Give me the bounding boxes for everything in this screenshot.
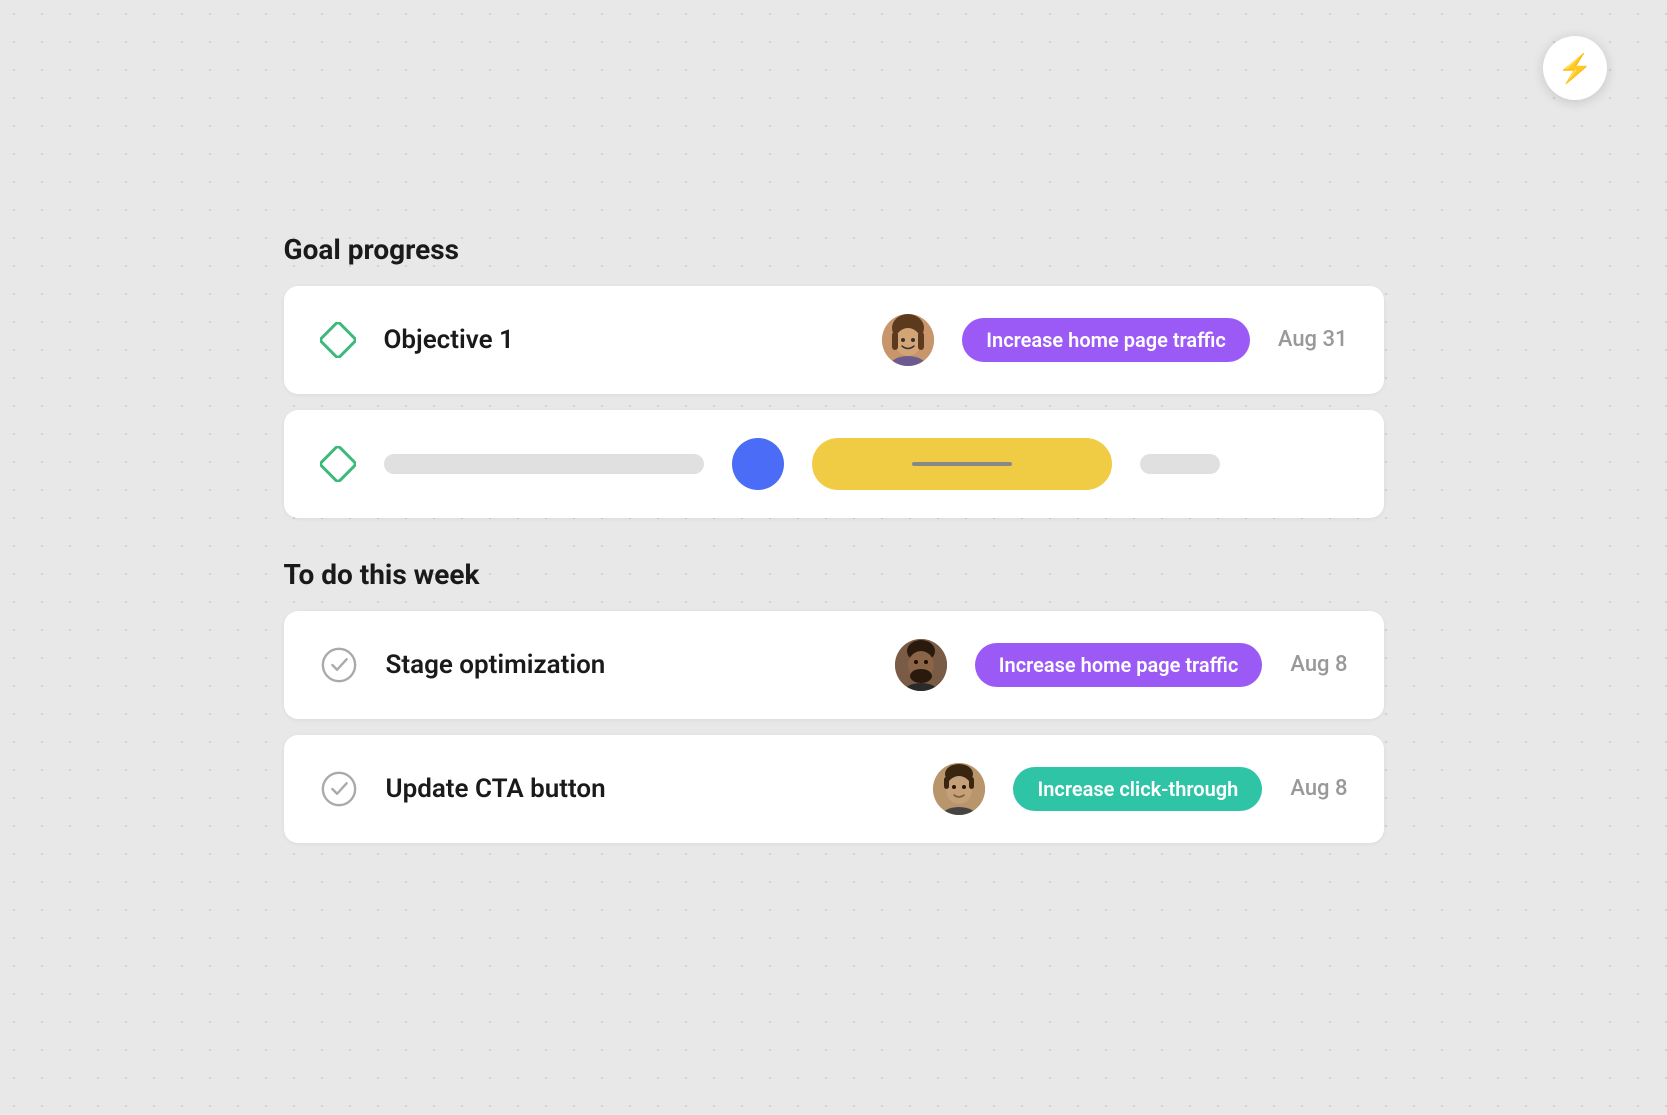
objective-skeleton-card[interactable]	[284, 410, 1384, 518]
yellow-tag-skeleton	[812, 438, 1112, 490]
task-2-date: Aug 8	[1290, 776, 1347, 801]
avatar-man1	[895, 639, 947, 691]
blue-circle-avatar	[732, 438, 784, 490]
goal-progress-title: Goal progress	[284, 233, 1384, 266]
objective-1-title: Objective 1	[384, 325, 855, 355]
diamond-icon-2	[320, 446, 356, 482]
objective-1-card[interactable]: Objective 1	[284, 286, 1384, 394]
main-container: Goal progress Objective 1	[284, 193, 1384, 923]
avatar-woman	[882, 314, 934, 366]
task-1-title: Stage optimization	[386, 650, 867, 680]
todo-section: To do this week Stage optimization	[284, 558, 1384, 843]
lightning-button[interactable]: ⚡	[1543, 36, 1607, 100]
diamond-icon	[320, 322, 356, 358]
skeleton-title-bar	[384, 454, 704, 474]
todo-title: To do this week	[284, 558, 1384, 591]
check-icon-1	[320, 646, 358, 684]
avatar-man2	[933, 763, 985, 815]
skeleton-date-bar	[1140, 454, 1220, 474]
task-1-date: Aug 8	[1290, 652, 1347, 677]
lightning-icon: ⚡	[1558, 52, 1593, 85]
yellow-tag-line	[912, 462, 1012, 466]
task-1-tag[interactable]: Increase home page traffic	[975, 643, 1263, 687]
task-2-card[interactable]: Update CTA button	[284, 735, 1384, 843]
objective-1-date: Aug 31	[1278, 327, 1348, 352]
objective-1-tag[interactable]: Increase home page traffic	[962, 318, 1250, 362]
task-1-card[interactable]: Stage optimization	[284, 611, 1384, 719]
check-icon-2	[320, 770, 358, 808]
task-2-title: Update CTA button	[386, 774, 906, 804]
goal-progress-section: Goal progress Objective 1	[284, 233, 1384, 518]
task-2-tag[interactable]: Increase click-through	[1013, 767, 1262, 811]
